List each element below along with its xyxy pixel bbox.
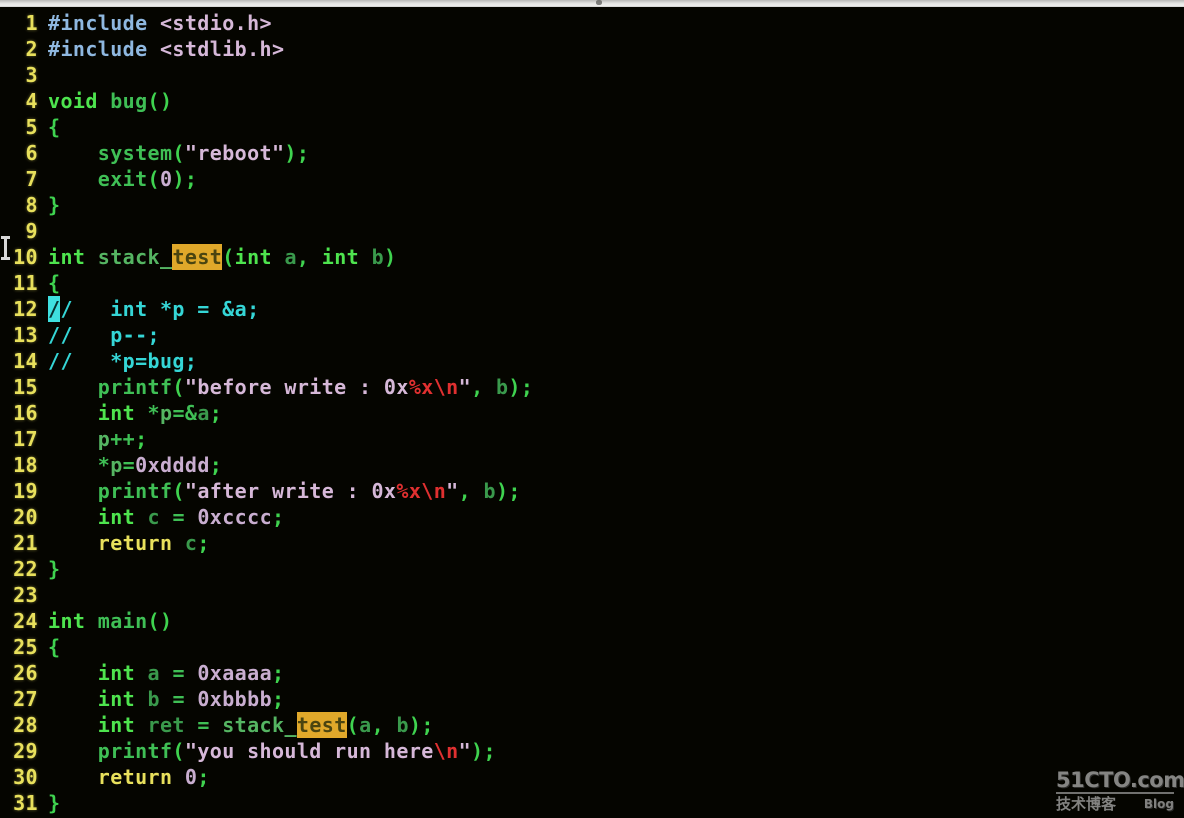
- line-content: {: [48, 115, 61, 139]
- code-line[interactable]: 25 {: [0, 634, 1184, 660]
- line-number: 19: [13, 479, 38, 503]
- code-line[interactable]: 15 printf("before write : 0x%x\n", b);: [0, 374, 1184, 400]
- window-chrome-mark: [596, 0, 602, 5]
- line-content: void bug(): [48, 89, 173, 113]
- code-line[interactable]: 6 system("reboot");: [0, 140, 1184, 166]
- code-line[interactable]: 1 #include <stdio.h>: [0, 10, 1184, 36]
- line-number: 8: [25, 193, 38, 217]
- line-content: *p=0xdddd;: [97, 453, 223, 477]
- line-content: int stack_test(int a, int b): [48, 244, 397, 270]
- code-line-active[interactable]: 12 // int *p = &a;: [0, 296, 1184, 322]
- line-content: }: [48, 557, 61, 581]
- window-chrome-strip: [0, 0, 1184, 7]
- code-line[interactable]: 3: [0, 62, 1184, 88]
- code-line[interactable]: 14 // *p=bug;: [0, 348, 1184, 374]
- code-line[interactable]: 19 printf("after write : 0x%x\n", b);: [0, 478, 1184, 504]
- line-content: p++;: [97, 427, 148, 451]
- line-content: return c;: [97, 531, 210, 555]
- line-number: 30: [13, 765, 38, 789]
- code-line[interactable]: 4 void bug(): [0, 88, 1184, 114]
- code-line[interactable]: 5 {: [0, 114, 1184, 140]
- line-number: 10: [13, 245, 38, 269]
- line-content: printf("you should run here\n");: [97, 739, 496, 763]
- line-content: system("reboot");: [97, 141, 310, 165]
- line-content: int ret = stack_test(a, b);: [97, 712, 434, 738]
- code-line[interactable]: 17 p++;: [0, 426, 1184, 452]
- line-content: #include <stdio.h>: [48, 11, 272, 35]
- code-line[interactable]: 28 int ret = stack_test(a, b);: [0, 712, 1184, 738]
- code-line[interactable]: 13 // p--;: [0, 322, 1184, 348]
- line-number: 1: [25, 11, 38, 35]
- text-cursor: /: [48, 296, 61, 322]
- line-number: 20: [13, 505, 38, 529]
- line-number: 26: [13, 661, 38, 685]
- line-number: 7: [25, 167, 38, 191]
- code-line[interactable]: 2 #include <stdlib.h>: [0, 36, 1184, 62]
- line-number: 27: [13, 687, 38, 711]
- line-content: int a = 0xaaaa;: [97, 661, 285, 685]
- code-line[interactable]: 8 }: [0, 192, 1184, 218]
- line-number: 31: [13, 791, 38, 815]
- line-number: 15: [13, 375, 38, 399]
- line-content: int main(): [48, 609, 173, 633]
- line-content: {: [48, 271, 61, 295]
- line-content: printf("after write : 0x%x\n", b);: [97, 479, 521, 503]
- code-line[interactable]: 18 *p=0xdddd;: [0, 452, 1184, 478]
- code-line[interactable]: 24 int main(): [0, 608, 1184, 634]
- line-number: 18: [13, 453, 38, 477]
- line-content: }: [48, 791, 61, 815]
- line-content: exit(0);: [97, 167, 198, 191]
- line-number: 22: [13, 557, 38, 581]
- code-line[interactable]: 31 }: [0, 790, 1184, 816]
- line-content: return 0;: [97, 765, 210, 789]
- line-number: 16: [13, 401, 38, 425]
- line-number: 14: [13, 349, 38, 373]
- line-number: 4: [25, 89, 38, 113]
- line-number: 13: [13, 323, 38, 347]
- line-number: 28: [13, 713, 38, 737]
- code-line[interactable]: 23: [0, 582, 1184, 608]
- line-number: 21: [13, 531, 38, 555]
- code-line[interactable]: 27 int b = 0xbbbb;: [0, 686, 1184, 712]
- line-number: 23: [13, 583, 38, 607]
- line-content: // p--;: [48, 323, 160, 347]
- line-content: int *p=&a;: [97, 401, 223, 425]
- line-number: 29: [13, 739, 38, 763]
- line-number: 6: [25, 141, 38, 165]
- code-line[interactable]: 9: [0, 218, 1184, 244]
- line-content: #include <stdlib.h>: [48, 37, 285, 61]
- line-content: printf("before write : 0x%x\n", b);: [97, 375, 534, 399]
- line-number: 3: [25, 63, 38, 87]
- search-match-highlight: test: [172, 244, 223, 270]
- code-line[interactable]: 16 int *p=&a;: [0, 400, 1184, 426]
- line-content: {: [48, 635, 61, 659]
- code-line[interactable]: 30 return 0;: [0, 764, 1184, 790]
- line-number: 2: [25, 37, 38, 61]
- line-content: // int *p = &a;: [48, 296, 260, 322]
- code-line[interactable]: 22 }: [0, 556, 1184, 582]
- line-content: int c = 0xcccc;: [97, 505, 285, 529]
- code-line[interactable]: 10 int stack_test(int a, int b): [0, 244, 1184, 270]
- code-line[interactable]: 26 int a = 0xaaaa;: [0, 660, 1184, 686]
- line-content: // *p=bug;: [48, 349, 198, 373]
- line-number: 9: [25, 219, 38, 243]
- code-line[interactable]: 29 printf("you should run here\n");: [0, 738, 1184, 764]
- line-number: 25: [13, 635, 38, 659]
- line-content: }: [48, 193, 61, 217]
- code-editor[interactable]: 1 #include <stdio.h> 2 #include <stdlib.…: [0, 7, 1184, 818]
- code-line[interactable]: 21 return c;: [0, 530, 1184, 556]
- line-number: 17: [13, 427, 38, 451]
- line-number: 11: [13, 271, 38, 295]
- line-number: 24: [13, 609, 38, 633]
- line-content: int b = 0xbbbb;: [97, 687, 285, 711]
- line-number: 12: [13, 297, 38, 321]
- code-line[interactable]: 20 int c = 0xcccc;: [0, 504, 1184, 530]
- code-line[interactable]: 11 {: [0, 270, 1184, 296]
- line-number: 5: [25, 115, 38, 139]
- code-line[interactable]: 7 exit(0);: [0, 166, 1184, 192]
- search-match-highlight: test: [296, 712, 347, 738]
